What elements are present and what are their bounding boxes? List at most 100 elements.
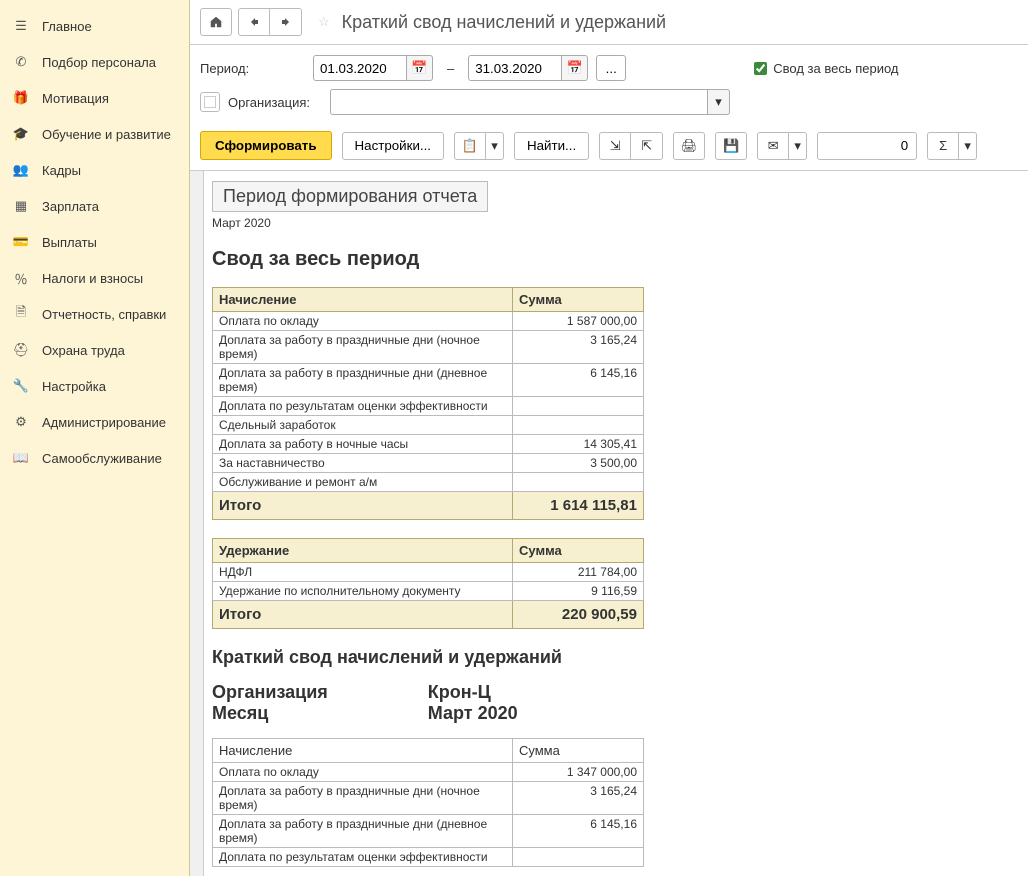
period-label: Период:: [200, 61, 305, 76]
cell-sum: 3 500,00: [513, 454, 644, 473]
report-gutter: −: [190, 171, 204, 876]
org-enable-checkbox[interactable]: [200, 92, 220, 112]
col-sum: Сумма: [513, 288, 644, 312]
full-period-check[interactable]: Свод за весь период: [754, 61, 898, 76]
report-area: − Период формирования отчета Март 2020 С…: [190, 171, 1028, 876]
save-icon: 💾: [723, 138, 739, 154]
mail-button[interactable]: ✉: [757, 132, 789, 160]
withholds-table: УдержаниеСумма НДФЛ211 784,00Удержание п…: [212, 538, 644, 629]
cell-name: Оплата по окладу: [213, 312, 513, 331]
cells-dd[interactable]: ▾: [486, 132, 504, 160]
cell-name: Обслуживание и ремонт а/м: [213, 473, 513, 492]
save-button[interactable]: 💾: [715, 132, 747, 160]
settings-button[interactable]: Настройки...: [342, 132, 444, 160]
full-period-title: Свод за весь период: [212, 248, 1014, 271]
date-to-input[interactable]: [468, 55, 562, 81]
print-button[interactable]: 🖨: [673, 132, 705, 160]
sigma-icon: Σ: [939, 138, 947, 153]
table-row: Доплата по результатам оценки эффективно…: [213, 397, 644, 416]
sidebar-item-taxes[interactable]: ％Налоги и взносы: [0, 260, 189, 296]
cell-name: Доплата по результатам оценки эффективно…: [213, 848, 513, 867]
table-row: Доплата за работу в праздничные дни (ноч…: [213, 782, 644, 815]
sidebar-item-learning[interactable]: 🎓Обучение и развитие: [0, 116, 189, 152]
col-sum: Сумма: [513, 539, 644, 563]
expand-icon: ⇲: [610, 138, 621, 154]
table-row: Обслуживание и ремонт а/м: [213, 473, 644, 492]
filters: Период: 📅 – 📅 ... Свод за весь период Ор…: [190, 45, 1028, 127]
cells-button[interactable]: 📋: [454, 132, 486, 160]
sidebar-item-payments[interactable]: 💳Выплаты: [0, 224, 189, 260]
sidebar-item-admin[interactable]: ⚙Администрирование: [0, 404, 189, 440]
sidebar-item-main[interactable]: ☰Главное: [0, 8, 189, 44]
sidebar-item-motivation[interactable]: 🎁Мотивация: [0, 80, 189, 116]
sidebar-item-salary[interactable]: ▦Зарплата: [0, 188, 189, 224]
calendar-icon: 📅: [411, 60, 427, 76]
table-row: За наставничество3 500,00: [213, 454, 644, 473]
cell-name: Доплата за работу в праздничные дни (дне…: [213, 364, 513, 397]
home-button[interactable]: [200, 8, 232, 36]
col-sum: Сумма: [513, 739, 644, 763]
total-label: Итого: [213, 601, 513, 629]
month-val: Март 2020: [428, 703, 518, 724]
date-from-input[interactable]: [313, 55, 407, 81]
sidebar-item-settings[interactable]: 🔧Настройка: [0, 368, 189, 404]
cell-sum: [513, 848, 644, 867]
forward-button[interactable]: [270, 8, 302, 36]
calendar-icon: 📅: [567, 60, 583, 76]
date-to-picker[interactable]: 📅: [562, 55, 588, 81]
sidebar-item-hr[interactable]: 👥Кадры: [0, 152, 189, 188]
cell-name: За наставничество: [213, 454, 513, 473]
cell-sum: 1 587 000,00: [513, 312, 644, 331]
full-period-checkbox[interactable]: [754, 62, 767, 75]
chevron-down-icon: ▾: [715, 94, 722, 110]
toolbar: Сформировать Настройки... 📋 ▾ Найти... ⇲…: [190, 127, 1028, 171]
section-heading: Период формирования отчета: [212, 181, 488, 212]
back-button[interactable]: [238, 8, 270, 36]
col-accrual: Начисление: [213, 739, 513, 763]
cell-sum: 6 145,16: [513, 364, 644, 397]
cell-name: Удержание по исполнительному документу: [213, 582, 513, 601]
table-row: Доплата за работу в праздничные дни (ноч…: [213, 331, 644, 364]
org-dropdown[interactable]: ▾: [708, 89, 730, 115]
org-input[interactable]: [330, 89, 708, 115]
sidebar-item-safety[interactable]: ⛑Охрана труда: [0, 332, 189, 368]
table-row: Оплата по окладу1 587 000,00: [213, 312, 644, 331]
table-row: Доплата за работу в праздничные дни (дне…: [213, 364, 644, 397]
collapse-button[interactable]: ⇱: [631, 132, 663, 160]
mail-dd[interactable]: ▾: [789, 132, 807, 160]
cell-sum: 1 347 000,00: [513, 763, 644, 782]
period-dots-button[interactable]: ...: [596, 55, 626, 81]
date-from-picker[interactable]: 📅: [407, 55, 433, 81]
form-button[interactable]: Сформировать: [200, 131, 332, 160]
home-icon: [209, 15, 223, 29]
expand-button[interactable]: ⇲: [599, 132, 631, 160]
menu-icon: ☰: [12, 17, 30, 35]
month-lbl: Месяц: [212, 703, 328, 724]
cell-sum: 3 165,24: [513, 782, 644, 815]
table-row: Доплата за работу в праздничные дни (дне…: [213, 815, 644, 848]
cell-name: Сдельный заработок: [213, 416, 513, 435]
org-lbl: Организация: [212, 682, 328, 703]
sidebar: ☰Главное ✆Подбор персонала 🎁Мотивация 🎓О…: [0, 0, 190, 876]
total-label: Итого: [213, 492, 513, 520]
star-icon[interactable]: ☆: [318, 14, 330, 30]
col-accrual: Начисление: [213, 288, 513, 312]
cell-name: Доплата за работу в праздничные дни (дне…: [213, 815, 513, 848]
sidebar-item-reports[interactable]: 🗎Отчетность, справки: [0, 296, 189, 332]
sigma-button[interactable]: Σ: [927, 132, 959, 160]
num-field[interactable]: [817, 132, 917, 160]
cells-icon: 📋: [462, 138, 478, 154]
find-button[interactable]: Найти...: [514, 132, 589, 160]
mail-icon: ✉: [768, 138, 779, 154]
chevron-down-icon: ▾: [794, 138, 801, 154]
sidebar-item-self[interactable]: 📖Самообслуживание: [0, 440, 189, 476]
table-row: Удержание по исполнительному документу9 …: [213, 582, 644, 601]
book-icon: 📖: [12, 449, 30, 467]
sidebar-item-recruit[interactable]: ✆Подбор персонала: [0, 44, 189, 80]
table-row: Сдельный заработок: [213, 416, 644, 435]
phone-icon: ✆: [12, 53, 30, 71]
sigma-dd[interactable]: ▾: [959, 132, 977, 160]
cell-sum: 6 145,16: [513, 815, 644, 848]
col-withhold: Удержание: [213, 539, 513, 563]
gift-icon: 🎁: [12, 89, 30, 107]
